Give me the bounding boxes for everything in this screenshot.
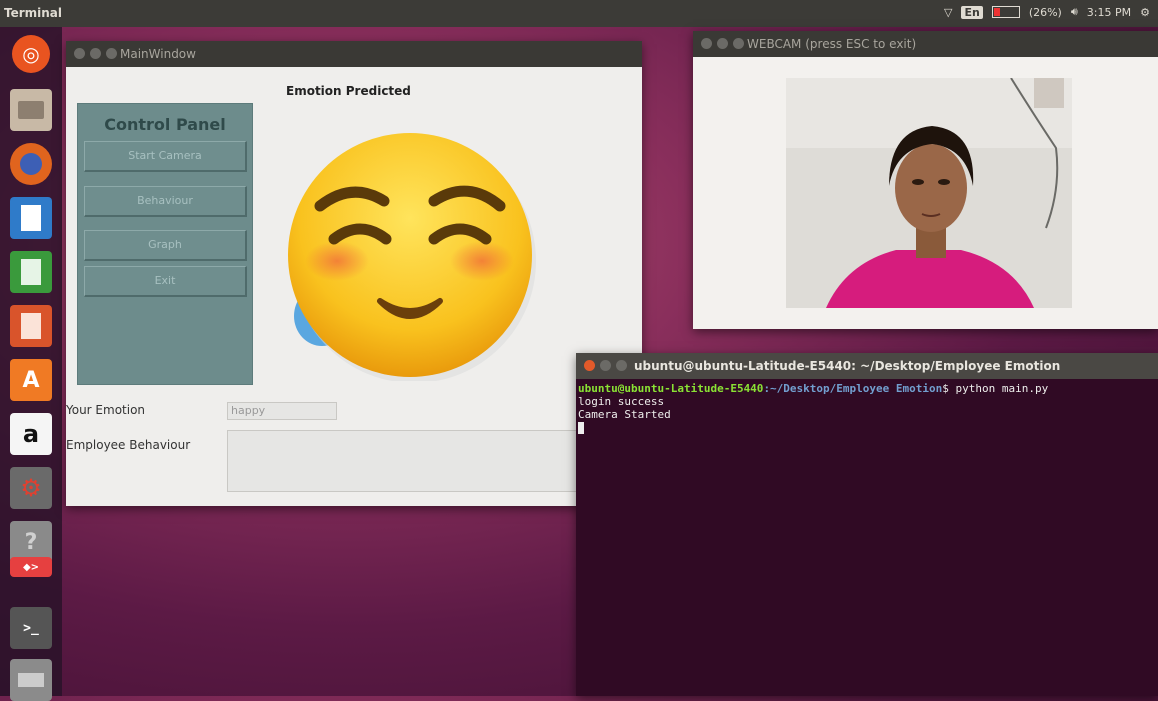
exit-button[interactable]: Exit [84, 266, 247, 297]
top-panel: Terminal ▽ En (26%) 🔊︎ 3:15 PM ⚙ [0, 0, 1158, 27]
emotion-emoji-image [282, 101, 552, 383]
system-tray: ▽ En (26%) 🔊︎ 3:15 PM ⚙ [944, 5, 1150, 19]
remote-icon[interactable]: ◆> [10, 557, 52, 577]
terminal-window: ubuntu@ubuntu-Latitude-E5440: ~/Desktop/… [576, 353, 1158, 696]
terminal-line: Camera Started [578, 408, 671, 421]
terminal-command: $ python main.py [942, 382, 1049, 395]
graph-button[interactable]: Graph [84, 230, 247, 261]
network-icon[interactable]: ▽ [944, 6, 952, 19]
webcam-window: WEBCAM (press ESC to exit) [693, 31, 1158, 329]
close-button[interactable] [701, 38, 712, 49]
amazon-icon[interactable]: a [10, 413, 52, 455]
terminal-titlebar[interactable]: ubuntu@ubuntu-Latitude-E5440: ~/Desktop/… [576, 353, 1158, 379]
prompt-user: ubuntu@ubuntu-Latitude-E5440 [578, 382, 764, 395]
terminal-output[interactable]: ubuntu@ubuntu-Latitude-E5440:~/Desktop/E… [576, 379, 1158, 437]
settings-icon[interactable]: ⚙ [10, 467, 52, 509]
active-app-title: Terminal [4, 6, 63, 20]
behaviour-button[interactable]: Behaviour [84, 186, 247, 217]
terminal-title: ubuntu@ubuntu-Latitude-E5440: ~/Desktop/… [634, 359, 1061, 373]
minimize-button[interactable] [600, 360, 611, 371]
files-icon[interactable] [10, 89, 52, 131]
power-gear-icon[interactable]: ⚙ [1140, 6, 1150, 19]
close-button[interactable] [74, 48, 85, 59]
battery-percentage[interactable]: (26%) [1029, 6, 1062, 19]
your-emotion-field[interactable]: happy [227, 402, 337, 420]
emotion-predicted-label: Emotion Predicted [286, 84, 411, 98]
window-title: MainWindow [120, 47, 196, 61]
clock[interactable]: 3:15 PM [1087, 6, 1131, 19]
webcam-window-title: WEBCAM (press ESC to exit) [747, 37, 917, 51]
start-camera-button[interactable]: Start Camera [84, 141, 247, 172]
keyboard-layout-indicator[interactable]: En [961, 5, 983, 19]
control-panel: Control Panel Start Camera Behaviour Gra… [77, 103, 253, 385]
prompt-path: :~/Desktop/Employee Emotion [763, 382, 943, 395]
maximize-button[interactable] [616, 360, 627, 371]
close-button[interactable] [584, 360, 595, 371]
employee-behaviour-label: Employee Behaviour [66, 438, 191, 452]
volume-icon[interactable]: 🔊︎ [1071, 5, 1078, 19]
maximize-button[interactable] [106, 48, 117, 59]
terminal-cursor [578, 422, 584, 434]
launcher: ◎ A a ⚙ ? ◆> >_ [0, 27, 62, 701]
ubuntu-dash-icon[interactable]: ◎ [12, 35, 50, 73]
webcam-feed [786, 78, 1072, 308]
firefox-icon[interactable] [10, 143, 52, 185]
terminal-icon[interactable]: >_ [10, 607, 52, 649]
minimize-button[interactable] [717, 38, 728, 49]
impress-icon[interactable] [10, 305, 52, 347]
webcam-window-titlebar[interactable]: WEBCAM (press ESC to exit) [693, 31, 1158, 57]
main-window-titlebar[interactable]: MainWindow [66, 41, 642, 67]
maximize-button[interactable] [733, 38, 744, 49]
control-panel-title: Control Panel [104, 115, 226, 134]
terminal-line: login success [578, 395, 665, 408]
main-window: MainWindow Control Panel Start Camera Be… [66, 41, 642, 506]
software-center-icon[interactable]: A [10, 359, 52, 401]
minimize-button[interactable] [90, 48, 101, 59]
battery-icon[interactable] [991, 6, 1020, 18]
calc-icon[interactable] [10, 251, 52, 293]
writer-icon[interactable] [10, 197, 52, 239]
employee-behaviour-field[interactable] [227, 430, 587, 492]
your-emotion-label: Your Emotion [66, 403, 146, 417]
dvd-icon[interactable] [10, 659, 52, 701]
webcam-window-body [693, 57, 1158, 329]
